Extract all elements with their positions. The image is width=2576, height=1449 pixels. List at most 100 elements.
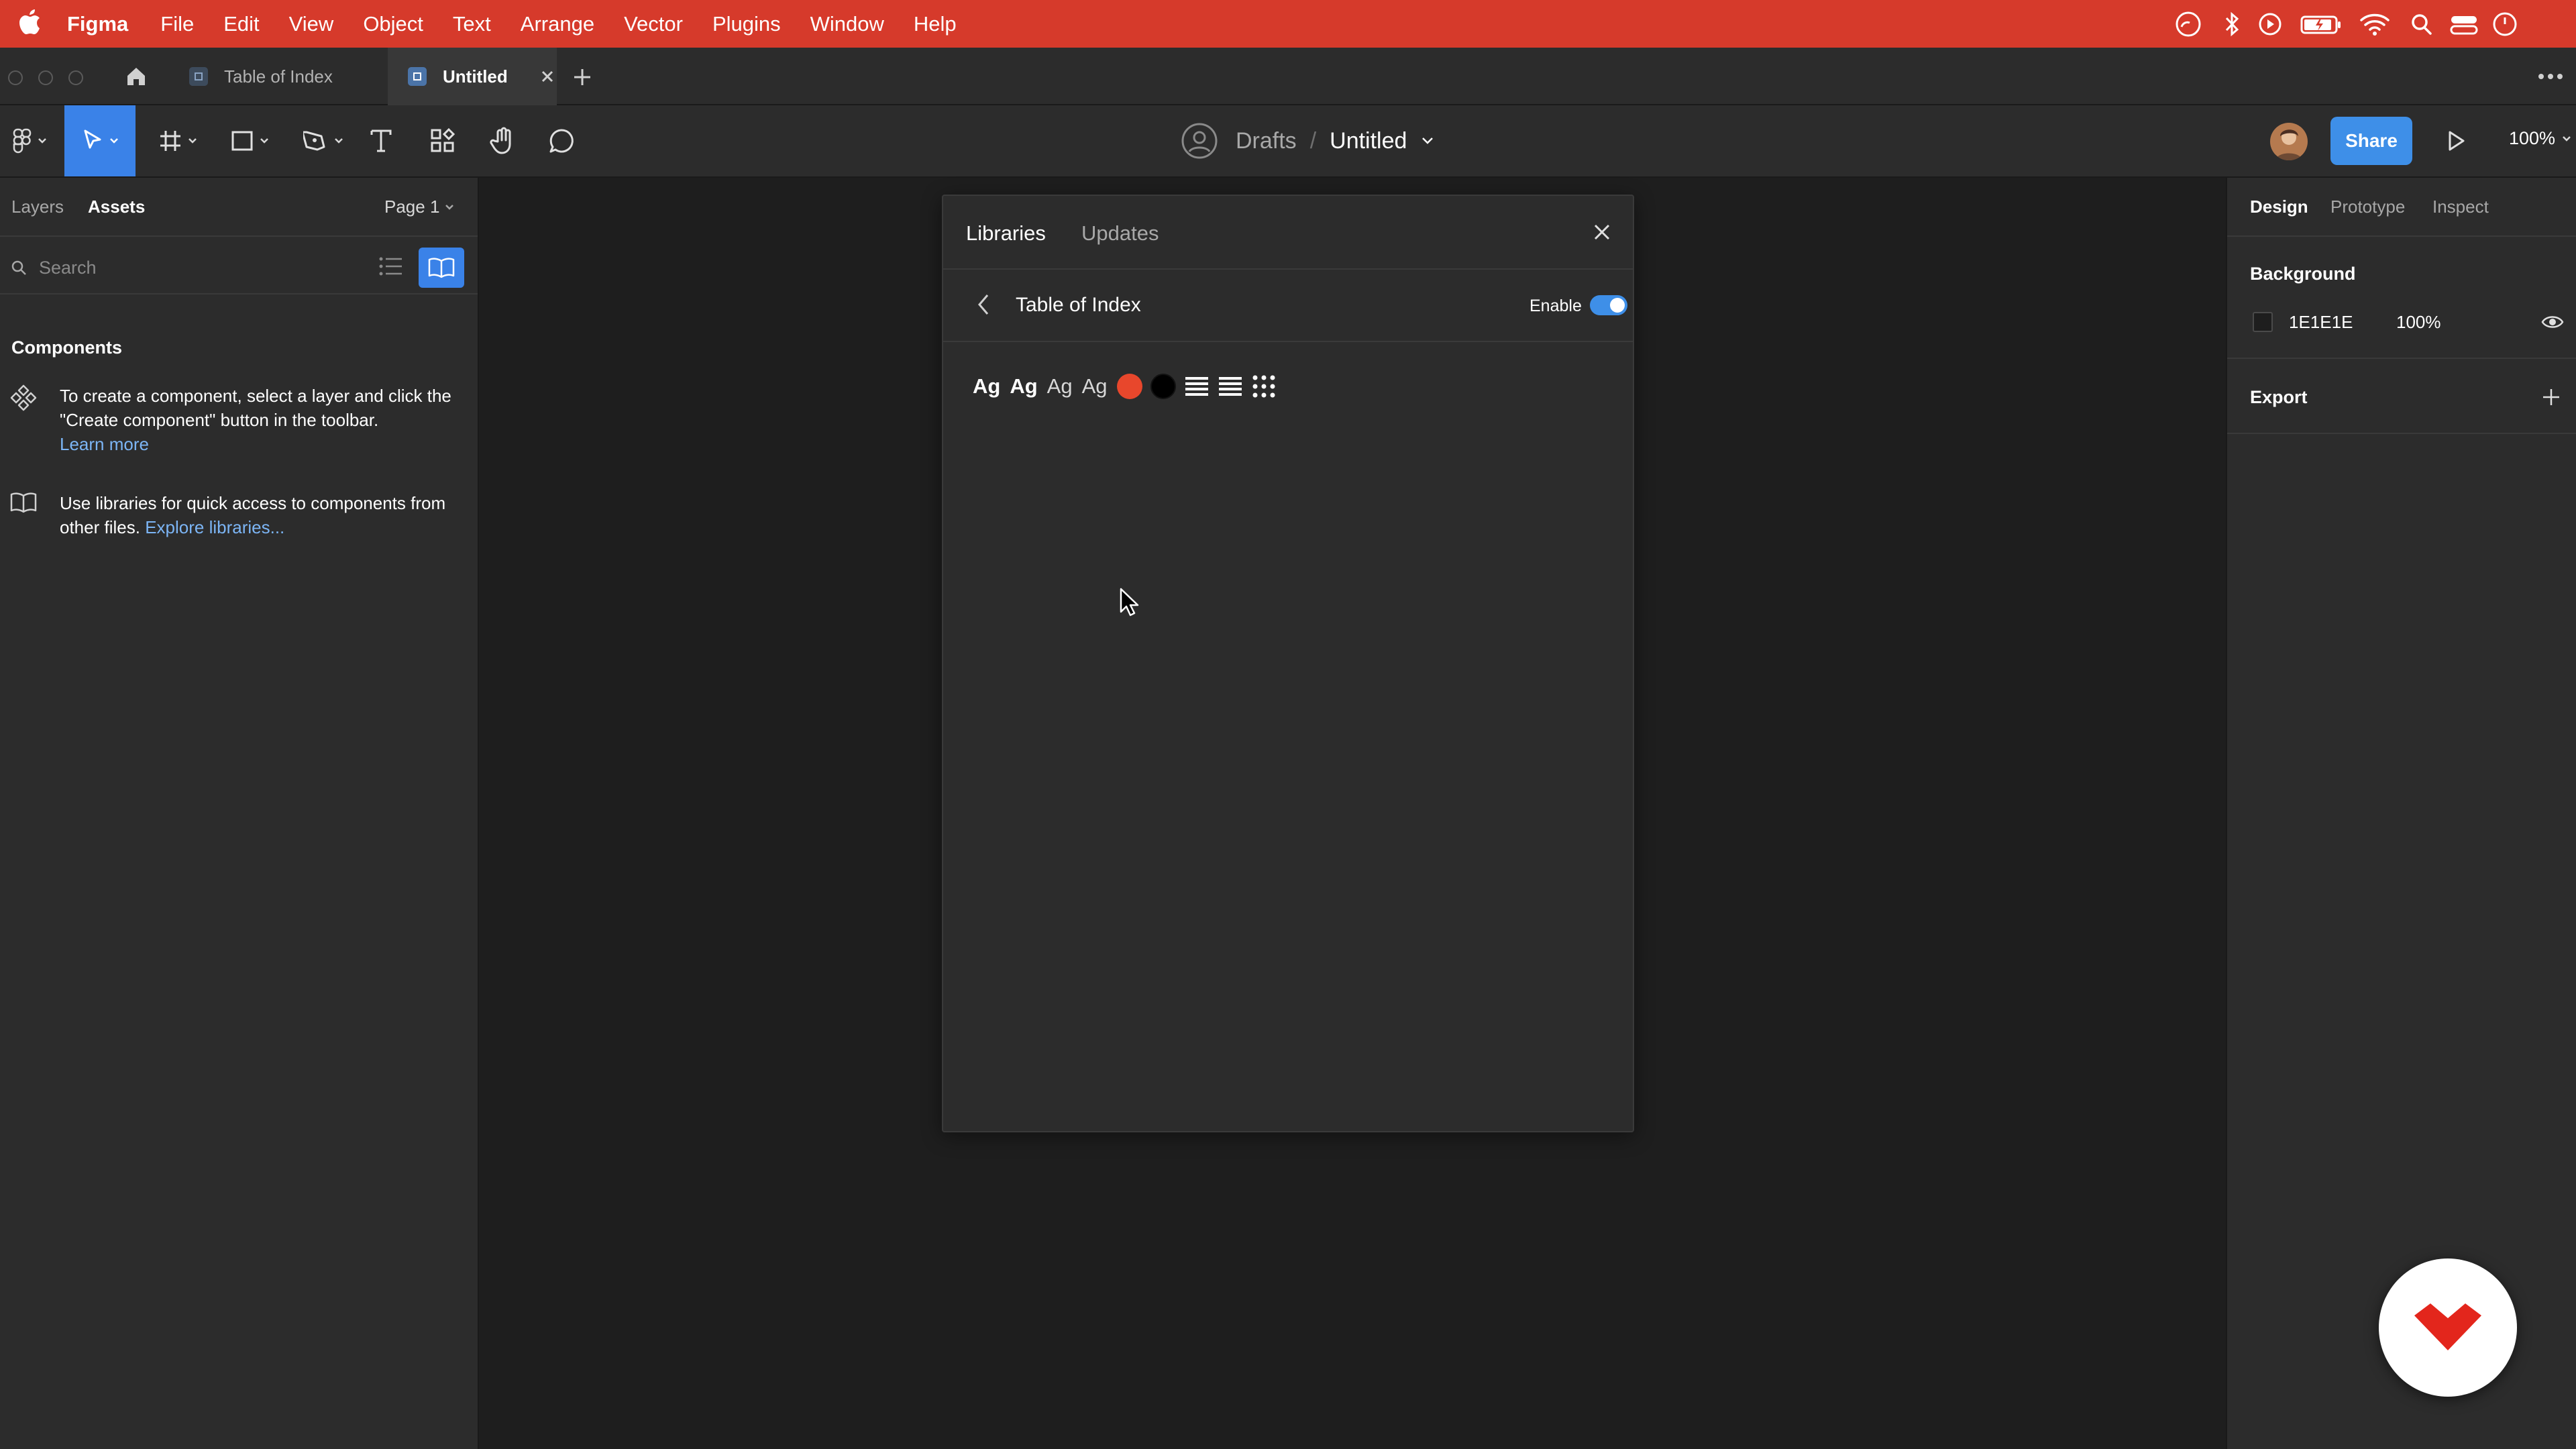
tab-design[interactable]: Design: [2250, 197, 2308, 217]
tab-table-of-index[interactable]: Table of Index: [169, 48, 388, 105]
menu-arrange[interactable]: Arrange: [521, 12, 594, 36]
eye-visibility-icon[interactable]: [2541, 313, 2564, 331]
toggle-knob: [1610, 298, 1625, 313]
menu-bar: Figma File Edit View Object Text Arrange…: [0, 0, 2576, 48]
color-style-swatch-red: [1116, 374, 1142, 399]
menu-edit[interactable]: Edit: [223, 12, 259, 36]
text-style-ag: Ag: [973, 374, 1001, 398]
background-opacity-input[interactable]: 100%: [2396, 312, 2441, 333]
clock-icon[interactable]: [2491, 9, 2518, 39]
apple-menu-icon[interactable]: [17, 8, 42, 36]
chevron-logo-icon: [2411, 1301, 2485, 1354]
divider: [2227, 235, 2576, 237]
page-selector-label: Page 1: [384, 197, 440, 217]
enable-label: Enable: [1529, 297, 1582, 315]
spotlight-search-icon[interactable]: [2410, 9, 2434, 39]
chevron-down-icon[interactable]: [1421, 137, 1434, 145]
menu-plugins[interactable]: Plugins: [712, 12, 781, 36]
add-export-icon[interactable]: [2540, 386, 2563, 409]
divider: [0, 293, 478, 294]
list-view-button[interactable]: [377, 254, 404, 278]
close-tab-icon[interactable]: [540, 69, 555, 84]
right-panel: Design Prototype Inspect Background 1E1E…: [2226, 178, 2576, 1449]
breadcrumb-drafts[interactable]: Drafts: [1236, 128, 1297, 154]
app-menu-figma[interactable]: Figma: [67, 12, 128, 36]
explore-libraries-link[interactable]: Explore libraries...: [145, 517, 284, 537]
text-style-ag: Ag: [1046, 374, 1073, 398]
user-avatar[interactable]: [2270, 123, 2308, 160]
search-icon: [11, 260, 28, 277]
creative-cloud-icon[interactable]: [2174, 9, 2203, 39]
window-zoom-button[interactable]: [68, 70, 83, 85]
shape-tool-button[interactable]: [221, 105, 278, 176]
bluetooth-icon[interactable]: [2222, 9, 2242, 39]
search-input[interactable]: [39, 253, 361, 282]
home-icon[interactable]: [106, 48, 166, 105]
enable-library-toggle[interactable]: [1590, 295, 1627, 315]
pen-tool-button[interactable]: [295, 105, 352, 176]
list-lines-icon: [1184, 375, 1210, 398]
divider: [2227, 358, 2576, 359]
page-selector[interactable]: Page 1: [384, 197, 454, 217]
menu-file[interactable]: File: [160, 12, 194, 36]
tab-untitled[interactable]: Untitled: [388, 48, 557, 105]
grid-dots-icon: [1251, 374, 1277, 399]
team-library-button[interactable]: [419, 248, 464, 288]
zoom-dropdown[interactable]: 100%: [2509, 128, 2571, 149]
left-panel: Layers Assets Page 1 Components To creat…: [0, 178, 479, 1449]
rectangle-icon: [230, 129, 254, 153]
control-center-icon[interactable]: [2449, 9, 2481, 39]
background-hex-input[interactable]: 1E1E1E: [2289, 312, 2353, 333]
wifi-icon[interactable]: [2359, 9, 2391, 39]
tab-label: Untitled: [443, 66, 508, 87]
figma-logo-icon: [12, 127, 32, 154]
file-title[interactable]: Untitled: [1330, 128, 1407, 154]
menu-view[interactable]: View: [289, 12, 334, 36]
menu-help[interactable]: Help: [914, 12, 957, 36]
team-avatar-icon[interactable]: [1181, 122, 1218, 160]
floating-app-badge[interactable]: [2379, 1258, 2517, 1397]
present-play-icon[interactable]: [2442, 127, 2470, 155]
share-button[interactable]: Share: [2330, 117, 2412, 165]
menu-object[interactable]: Object: [363, 12, 423, 36]
list-lines-icon: [1218, 375, 1243, 398]
book-icon: [9, 491, 38, 514]
more-options-icon[interactable]: [2537, 68, 2564, 85]
chevron-down-icon: [188, 138, 197, 144]
frame-tool-button[interactable]: [149, 105, 207, 176]
chevron-down-icon: [109, 138, 119, 144]
play-circle-icon[interactable]: [2257, 9, 2284, 39]
tab-updates[interactable]: Updates: [1081, 221, 1159, 246]
hand-tool-button[interactable]: [486, 105, 521, 176]
tab-layers[interactable]: Layers: [11, 197, 64, 217]
components-grid-icon: [429, 127, 456, 154]
window-minimize-button[interactable]: [38, 70, 53, 85]
learn-more-link[interactable]: Learn more: [60, 434, 149, 454]
frame-icon: [158, 129, 182, 153]
move-tool-button[interactable]: [64, 105, 136, 176]
menu-window[interactable]: Window: [810, 12, 884, 36]
resources-tool-button[interactable]: [427, 105, 459, 176]
close-icon[interactable]: [1590, 220, 1614, 244]
comment-tool-button[interactable]: [545, 105, 578, 176]
text-tool-button[interactable]: [366, 105, 396, 176]
menu-vector[interactable]: Vector: [624, 12, 683, 36]
tab-libraries[interactable]: Libraries: [966, 221, 1046, 246]
tab-assets[interactable]: Assets: [88, 197, 145, 217]
divider: [943, 268, 1633, 270]
background-color-swatch[interactable]: [2253, 312, 2273, 332]
tab-prototype[interactable]: Prototype: [2330, 197, 2405, 217]
mouse-pointer-icon: [1119, 588, 1139, 617]
pen-icon: [303, 129, 329, 153]
chevron-down-icon: [260, 138, 269, 144]
chevron-down-icon: [2562, 136, 2571, 142]
window-close-button[interactable]: [8, 70, 23, 85]
library-styles-preview: Ag Ag Ag Ag: [973, 368, 1277, 405]
main-menu-button[interactable]: [0, 105, 59, 176]
tab-inspect[interactable]: Inspect: [2432, 197, 2489, 217]
background-heading: Background: [2250, 264, 2356, 284]
menu-text[interactable]: Text: [453, 12, 491, 36]
new-tab-icon[interactable]: [572, 66, 593, 88]
back-chevron-icon[interactable]: [975, 291, 991, 318]
color-style-swatch-black: [1150, 374, 1176, 399]
